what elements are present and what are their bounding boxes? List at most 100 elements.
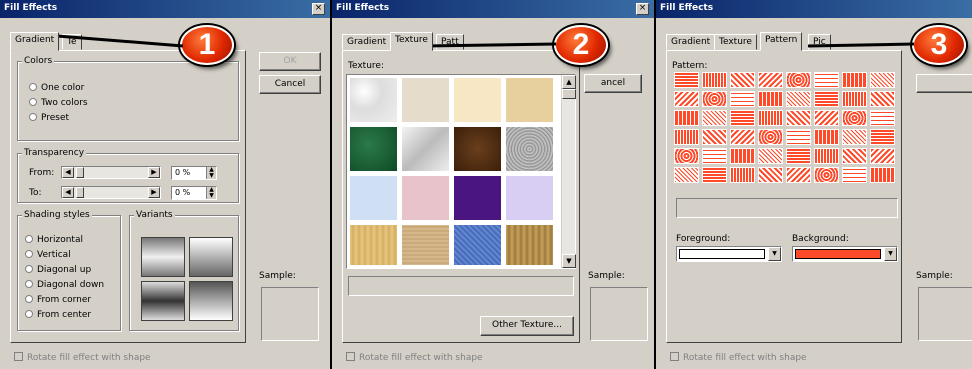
radio-one-color[interactable]: One color <box>29 83 84 93</box>
radio-horizontal[interactable]: Horizontal <box>25 235 83 245</box>
scroll-up-icon[interactable]: ▲ <box>562 75 576 89</box>
pattern-swatch[interactable] <box>674 110 699 126</box>
pattern-swatch[interactable] <box>786 72 811 88</box>
scroll-thumb[interactable] <box>562 89 576 99</box>
pattern-swatch[interactable] <box>814 91 839 107</box>
pattern-swatch[interactable] <box>702 129 727 145</box>
pattern-swatch[interactable] <box>870 129 895 145</box>
pattern-swatch[interactable] <box>870 167 895 183</box>
foreground-dropdown[interactable]: ▼ <box>676 246 782 262</box>
pattern-swatch[interactable] <box>786 129 811 145</box>
radio-from-corner[interactable]: From corner <box>25 295 91 305</box>
radio-preset[interactable]: Preset <box>29 113 69 123</box>
other-texture-button[interactable]: Other Texture... <box>480 316 574 336</box>
pattern-swatch[interactable] <box>786 110 811 126</box>
from-slider[interactable]: ◀ ▶ <box>61 166 161 179</box>
scroll-down-icon[interactable]: ▼ <box>562 254 576 268</box>
texture-canvas-beige[interactable] <box>402 78 449 122</box>
background-dropdown[interactable]: ▼ <box>792 246 898 262</box>
radio-diagonal-up[interactable]: Diagonal up <box>25 265 91 275</box>
pattern-swatch[interactable] <box>870 110 895 126</box>
texture-pink-tissue[interactable] <box>402 176 449 220</box>
pattern-swatch[interactable] <box>814 167 839 183</box>
pattern-swatch[interactable] <box>786 91 811 107</box>
pattern-swatch[interactable] <box>814 72 839 88</box>
texture-paper-cream[interactable] <box>454 78 501 122</box>
texture-scrollbar[interactable]: ▲ ▼ <box>561 75 576 268</box>
pattern-swatch[interactable] <box>870 91 895 107</box>
pattern-swatch[interactable] <box>702 72 727 88</box>
variant-1[interactable] <box>141 237 185 277</box>
chevron-down-icon[interactable]: ▼ <box>884 247 897 261</box>
radio-from-center[interactable]: From center <box>25 310 91 320</box>
texture-white-marble[interactable] <box>350 78 397 122</box>
pattern-swatch[interactable] <box>758 148 783 164</box>
texture-green-marble[interactable] <box>350 127 397 171</box>
pattern-swatch[interactable] <box>674 129 699 145</box>
tab-texture[interactable]: Texture <box>390 32 433 51</box>
pattern-swatch[interactable] <box>758 91 783 107</box>
pattern-swatch[interactable] <box>674 148 699 164</box>
ok-button[interactable]: OK <box>259 52 321 71</box>
pattern-swatch[interactable] <box>730 148 755 164</box>
cancel-button[interactable]: Cancel <box>259 75 321 94</box>
pattern-swatch[interactable] <box>674 167 699 183</box>
spin-arrows-icon[interactable]: ▲ ▼ <box>206 187 216 199</box>
pattern-swatch[interactable] <box>758 167 783 183</box>
pattern-swatch[interactable] <box>842 129 867 145</box>
texture-granite[interactable] <box>506 127 553 171</box>
slider-right-arrow-icon[interactable]: ▶ <box>148 167 160 178</box>
texture-parchment[interactable] <box>506 78 553 122</box>
close-icon[interactable]: × <box>312 3 325 15</box>
pattern-swatch[interactable] <box>786 148 811 164</box>
pattern-swatch[interactable] <box>842 72 867 88</box>
pattern-swatch[interactable] <box>758 129 783 145</box>
pattern-swatch[interactable] <box>814 148 839 164</box>
pattern-swatch[interactable] <box>870 148 895 164</box>
texture-bouquet[interactable] <box>506 176 553 220</box>
texture-purple-mesh[interactable] <box>454 176 501 220</box>
cancel-button[interactable]: ancel <box>584 74 642 93</box>
pattern-swatch[interactable] <box>786 167 811 183</box>
pattern-swatch[interactable] <box>702 91 727 107</box>
pattern-swatch[interactable] <box>730 167 755 183</box>
texture-brown-marble[interactable] <box>454 127 501 171</box>
variant-2[interactable] <box>189 237 233 277</box>
pattern-swatch[interactable] <box>842 110 867 126</box>
pattern-swatch[interactable] <box>842 91 867 107</box>
rotate-fill-checkbox[interactable]: Rotate fill effect with shape <box>346 352 483 363</box>
texture-woven-mat[interactable] <box>506 225 553 265</box>
pattern-swatch[interactable] <box>702 167 727 183</box>
texture-burlap[interactable] <box>402 225 449 265</box>
tab-pattern[interactable]: Pattern <box>760 32 803 51</box>
variant-3[interactable] <box>141 281 185 321</box>
variant-4[interactable] <box>189 281 233 321</box>
pattern-swatch[interactable] <box>730 129 755 145</box>
texture-grey-marble[interactable] <box>402 127 449 171</box>
spin-arrows-icon[interactable]: ▲ ▼ <box>206 167 216 179</box>
from-spinner[interactable]: 0 % ▲ ▼ <box>171 166 217 180</box>
tab-texture[interactable]: Texture <box>714 34 757 50</box>
texture-denim[interactable] <box>454 225 501 265</box>
slider-thumb[interactable] <box>76 187 84 198</box>
pattern-swatch[interactable] <box>674 91 699 107</box>
texture-papyrus[interactable] <box>350 225 397 265</box>
texture-blue-tissue[interactable] <box>350 176 397 220</box>
pattern-swatch[interactable] <box>758 110 783 126</box>
tab-gradient[interactable]: Gradient <box>342 34 392 50</box>
pattern-swatch[interactable] <box>842 167 867 183</box>
radio-two-colors[interactable]: Two colors <box>29 98 88 108</box>
pattern-swatch[interactable] <box>870 72 895 88</box>
tab-gradient[interactable]: Gradient <box>666 34 716 50</box>
pattern-swatch[interactable] <box>730 110 755 126</box>
slider-right-arrow-icon[interactable]: ▶ <box>148 187 160 198</box>
slider-left-arrow-icon[interactable]: ◀ <box>62 187 74 198</box>
tab-gradient[interactable]: Gradient <box>10 32 60 51</box>
pattern-swatch[interactable] <box>730 72 755 88</box>
ok-button-partial[interactable] <box>916 74 972 93</box>
pattern-swatch[interactable] <box>758 72 783 88</box>
pattern-swatch[interactable] <box>814 110 839 126</box>
slider-left-arrow-icon[interactable]: ◀ <box>62 167 74 178</box>
pattern-swatch[interactable] <box>814 129 839 145</box>
slider-thumb[interactable] <box>76 167 84 178</box>
